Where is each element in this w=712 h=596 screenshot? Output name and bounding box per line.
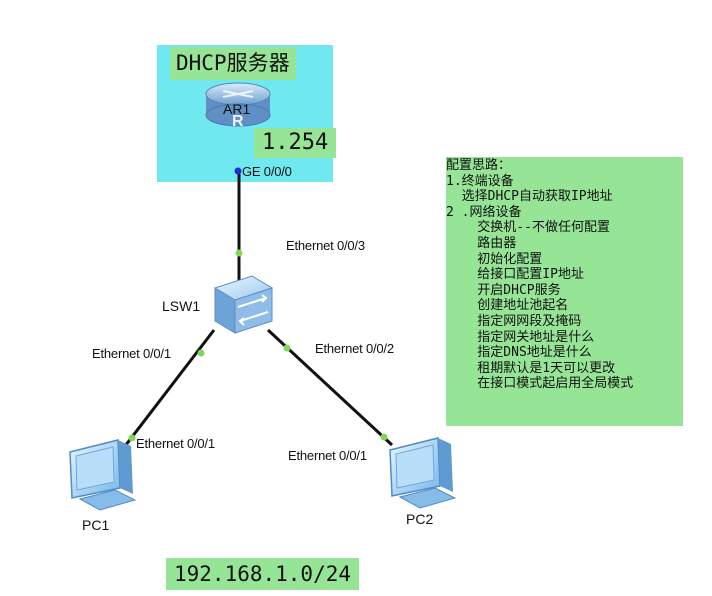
notes-line: 给接口配置IP地址 — [446, 267, 584, 283]
pc2-icon[interactable] — [389, 437, 457, 509]
router-name-label: AR1 — [223, 101, 251, 117]
notes-line: 指定DNS地址是什么 — [446, 345, 592, 361]
notes-line: 租期默认是1天可以更改 — [446, 360, 616, 376]
pc1-port-dot — [128, 434, 136, 442]
notes-line: 初始化配置 — [446, 251, 543, 267]
notes-line: 在接口模式起启用全局模式 — [446, 376, 634, 392]
notes-line: 指定网网段及掩码 — [446, 313, 582, 329]
notes-line: 1.终端设备 — [446, 173, 514, 189]
switch-uplink-port-dot — [235, 249, 243, 257]
router-port-label: GE 0/0/0 — [242, 164, 292, 179]
switch-port1-label: Ethernet 0/0/1 — [92, 346, 171, 361]
network-subnet-label: 192.168.1.0/24 — [166, 558, 360, 590]
notes-line: 配置思路： — [446, 158, 512, 173]
switch-name-label: LSW1 — [162, 298, 201, 314]
pc1-name-label: PC1 — [82, 517, 110, 533]
router-port-dot — [234, 167, 242, 175]
notes-line: 2 .网络设备 — [446, 204, 522, 220]
pc1-port-label: Ethernet 0/0/1 — [136, 436, 215, 451]
notes-line: 创建地址池起名 — [446, 298, 569, 314]
notes-line: 选择DHCP自动获取IP地址 — [446, 189, 613, 205]
switch-port2-label: Ethernet 0/0/2 — [315, 341, 394, 356]
pc2-name-label: PC2 — [406, 511, 434, 527]
switch-port1-dot — [197, 349, 205, 357]
switch-icon[interactable] — [213, 275, 274, 334]
pc1-icon[interactable] — [69, 439, 137, 511]
notes-line: 指定网关地址是什么 — [446, 329, 595, 345]
notes-line: 交换机--不做任何配置 — [446, 220, 610, 236]
notes-line: 开启DHCP服务 — [446, 282, 561, 298]
switch-port2-dot — [283, 344, 291, 352]
pc2-port-label: Ethernet 0/0/1 — [288, 448, 367, 463]
config-notes-box: 配置思路： 1.终端设备 选择DHCP自动获取IP地址 2 .网络设备 交换机-… — [446, 157, 683, 426]
router-ip-label: 1.254 — [254, 128, 337, 158]
pc2-port-dot — [380, 433, 388, 441]
notes-line: 路由器 — [446, 235, 517, 251]
switch-uplink-port-label: Ethernet 0/0/3 — [286, 238, 365, 253]
